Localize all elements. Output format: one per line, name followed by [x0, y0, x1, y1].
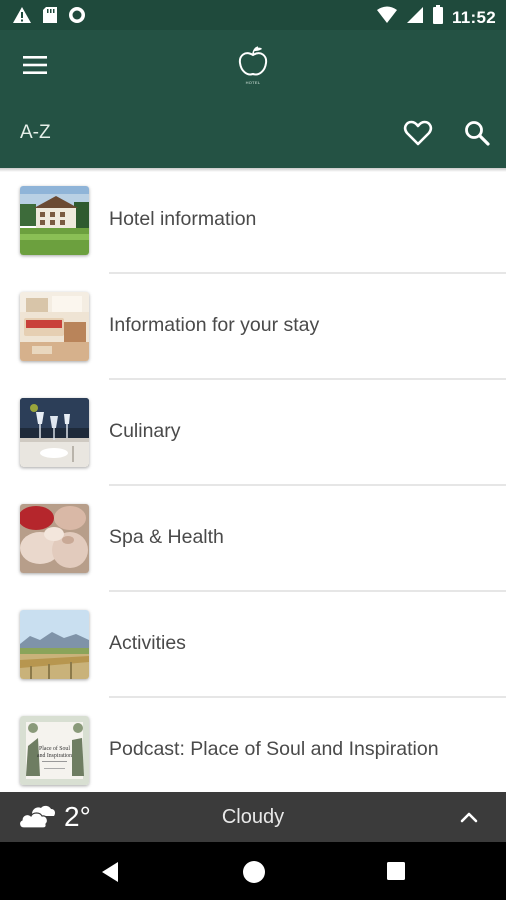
search-icon[interactable]	[462, 118, 492, 148]
record-circle-icon	[68, 6, 86, 29]
list-item-information-for-your-stay[interactable]: Information for your stay	[0, 274, 506, 380]
mountain-meadow-image	[20, 610, 89, 679]
list-item-label: Activities	[109, 632, 186, 654]
system-nav-bar	[0, 842, 506, 900]
apple-logo-icon: HOTEL	[236, 44, 270, 88]
status-bar: 11:52	[0, 0, 506, 30]
podcast-thumb-line1: Place of Soul	[39, 745, 70, 752]
hotel-room-image	[20, 292, 89, 361]
sd-card-icon	[42, 6, 58, 29]
cell-signal-icon	[406, 6, 424, 29]
list-item-label: Culinary	[109, 420, 181, 442]
home-icon[interactable]	[241, 859, 267, 885]
app-bar: HOTEL A-Z	[0, 30, 506, 168]
back-icon[interactable]	[98, 859, 124, 885]
hotel-exterior-image	[20, 186, 89, 255]
podcast-thumb-line2: and Inspiration	[37, 753, 72, 759]
list-item-label: Hotel information	[109, 208, 257, 230]
page-title: A-Z	[20, 122, 51, 143]
recents-icon[interactable]	[385, 860, 407, 882]
list-item-label: Information for your stay	[109, 314, 320, 336]
list-item-culinary[interactable]: Culinary	[0, 380, 506, 486]
podcast-cover-image: Place of Soul and Inspiration	[20, 716, 89, 785]
spa-towels-image	[20, 504, 89, 573]
logo-text: HOTEL	[245, 80, 261, 85]
list-item-podcast[interactable]: Place of Soul and Inspiration Podcast: P…	[0, 698, 506, 792]
heart-icon[interactable]	[403, 118, 433, 148]
list-item-label: Spa & Health	[109, 526, 224, 548]
chevron-up-icon[interactable]	[458, 806, 480, 828]
weather-bar[interactable]: 2° Cloudy	[0, 792, 506, 842]
warning-icon	[12, 6, 32, 29]
weather-condition: Cloudy	[221, 806, 285, 828]
list-item-hotel-information[interactable]: Hotel information	[0, 168, 506, 274]
list-item-label: Podcast: Place of Soul and Inspiration	[109, 738, 439, 760]
list-item-activities[interactable]: Activities	[0, 592, 506, 698]
menu-icon[interactable]	[20, 52, 50, 78]
status-time: 11:52	[451, 7, 496, 27]
category-list: Hotel information Information for your s…	[0, 168, 506, 792]
app-bar-shadow	[0, 168, 506, 172]
battery-icon	[432, 5, 444, 30]
dining-table-image	[20, 398, 89, 467]
list-item-spa-health[interactable]: Spa & Health	[0, 486, 506, 592]
wifi-icon	[376, 6, 398, 29]
